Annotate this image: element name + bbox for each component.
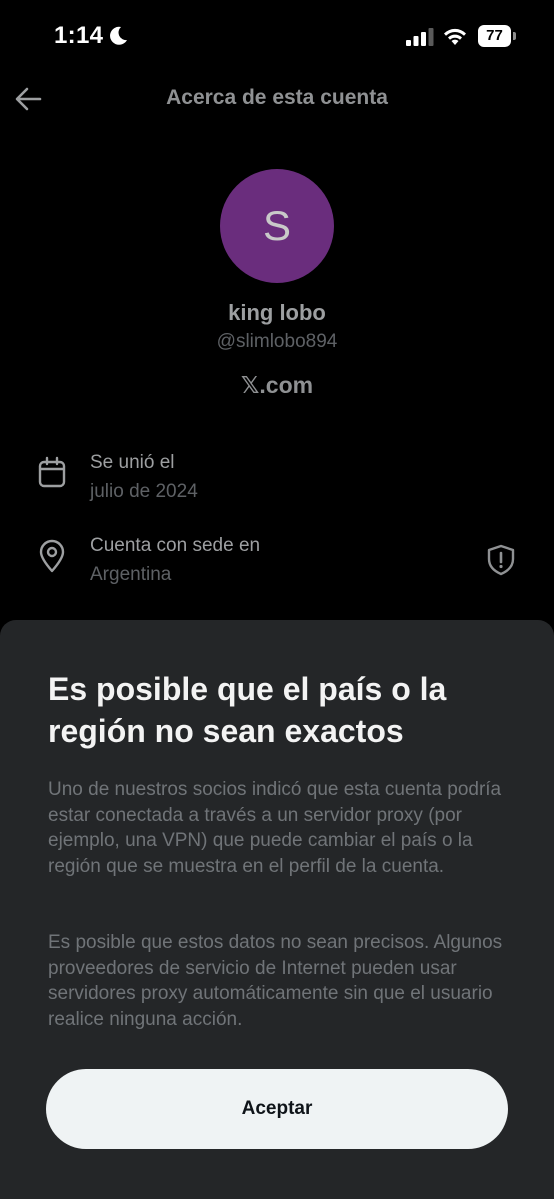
location-pin-icon (39, 539, 65, 573)
shield-alert-icon[interactable] (484, 543, 518, 577)
wifi-icon (444, 28, 466, 45)
bottom-sheet: Es posible que el país o la región no se… (0, 620, 554, 1199)
joined-label: Se unió el (90, 452, 175, 473)
display-name: king lobo (228, 300, 326, 325)
avatar: S (220, 169, 334, 283)
sheet-title: Es posible que el país o la región no se… (48, 671, 447, 749)
user-handle: @slimlobo894 (216, 331, 338, 352)
location-label: Cuenta con sede en (90, 535, 261, 556)
joined-date-row: Se unió el julio de 2024 (0, 452, 554, 512)
accept-button[interactable]: Aceptar (46, 1069, 508, 1149)
location-row: Cuenta con sede en Argentina (0, 535, 554, 595)
battery-level: 77 (478, 25, 511, 47)
joined-value: julio de 2024 (90, 481, 198, 502)
sheet-paragraph-1: Uno de nuestros socios indicó que esta c… (48, 779, 502, 877)
location-value: Argentina (90, 564, 172, 585)
battery-tip (513, 32, 516, 40)
moon-icon (110, 26, 127, 45)
account-about-screen: 1:14 77 Acerca de esta cuenta S king lob… (0, 0, 554, 1199)
page-title: Acerca de esta cuenta (166, 86, 388, 109)
status-bar: 1:14 77 (0, 0, 554, 74)
battery-indicator: 77 (478, 25, 516, 47)
header: Acerca de esta cuenta (0, 74, 554, 124)
cellular-signal-icon (406, 28, 434, 46)
status-time: 1:14 (54, 22, 104, 49)
calendar-icon (38, 456, 66, 488)
domain-label: 𝕏.com (240, 372, 314, 398)
sheet-paragraph-2: Es posible que estos datos no sean preci… (48, 932, 503, 1030)
